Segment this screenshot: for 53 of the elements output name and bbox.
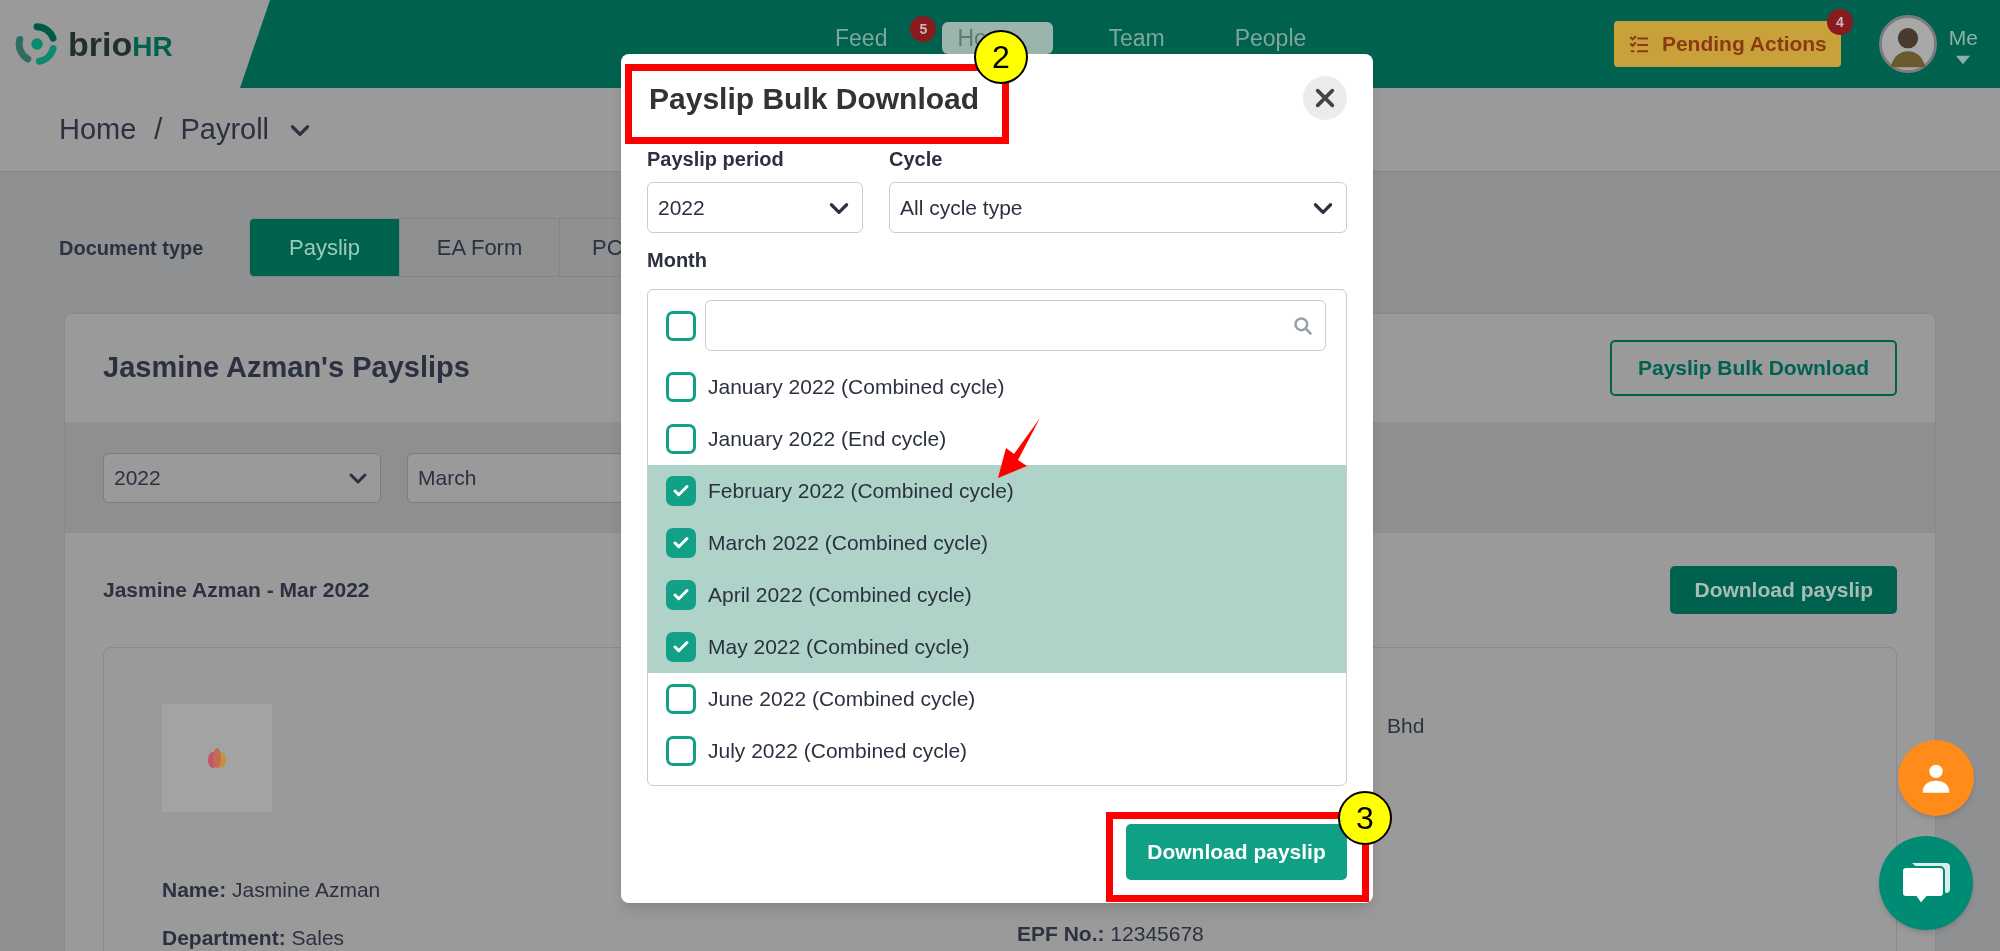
nav-tab[interactable]: Team [1093,22,1180,54]
detail-text: EPF No.: 12345678 [1017,921,1204,947]
checkbox[interactable] [666,424,696,454]
bulk-download-button[interactable]: Payslip Bulk Download [1609,340,1897,396]
caret-icon[interactable] [1956,53,1971,66]
dialog-title: Payslip Bulk Download [649,81,980,117]
year-select[interactable]: 2022 [103,452,381,503]
document-type-label: Document type [59,235,205,261]
field-label: Payslip period [647,147,785,172]
period-select[interactable]: 2022 [647,182,863,233]
download-payslip-button[interactable]: Download payslip [1670,566,1897,614]
checkbox[interactable] [666,736,696,766]
checkbox[interactable] [666,372,696,402]
notification-badge: 4 [1826,9,1853,35]
detail-text: Name: Jasmine Azman [162,877,382,903]
month-option[interactable]: April 2022 (Combined cycle) [648,569,1346,621]
month-option[interactable]: March 2022 (Combined cycle) [648,517,1346,569]
pointer-arrow-icon [996,418,1040,478]
logo-text: brioHR [68,23,173,65]
close-button[interactable] [1303,76,1347,120]
flower-logo-icon [205,747,229,769]
breadcrumb-link[interactable]: Home [59,107,137,152]
detail-text: Department: Sales [162,924,346,951]
search-icon [1293,315,1313,336]
breadcrumb-current[interactable]: Payroll [180,107,270,152]
search-field[interactable] [705,300,1326,351]
checkbox[interactable] [666,528,696,558]
month-option[interactable]: May 2022 (Combined cycle) [648,621,1346,673]
nav-tab[interactable]: Feed [820,22,903,54]
company-name: Bhd [1387,713,1425,739]
notification-badge: 5 [910,16,937,42]
user-label[interactable]: Me [1948,22,1978,54]
cycle-select[interactable]: All cycle type [889,182,1347,233]
close-icon [1314,87,1336,109]
checklist-icon [1627,33,1650,55]
nav-tab[interactable]: People [1219,22,1322,54]
breadcrumb-separator: / [154,111,163,147]
avatar-icon[interactable] [1878,15,1937,73]
checkbox[interactable] [666,310,696,341]
document-type-tab[interactable]: EA Form [400,219,560,276]
document-type-tab[interactable]: Payslip [250,219,400,276]
checkbox[interactable] [666,476,696,506]
payslip-heading: Jasmine Azman - Mar 2022 [103,577,370,604]
field-label: Cycle [889,147,944,172]
person-icon [1920,762,1952,794]
field-label: Month [647,248,708,273]
month-option[interactable]: February 2022 (Combined cycle) [648,465,1346,517]
card-title: Jasmine Azman's Payslips [103,350,470,386]
checkbox[interactable] [666,580,696,610]
checkbox[interactable] [666,632,696,662]
download-payslip-button[interactable]: Download payslip [1126,824,1347,880]
checkbox[interactable] [666,684,696,714]
logo-icon[interactable] [14,21,60,67]
